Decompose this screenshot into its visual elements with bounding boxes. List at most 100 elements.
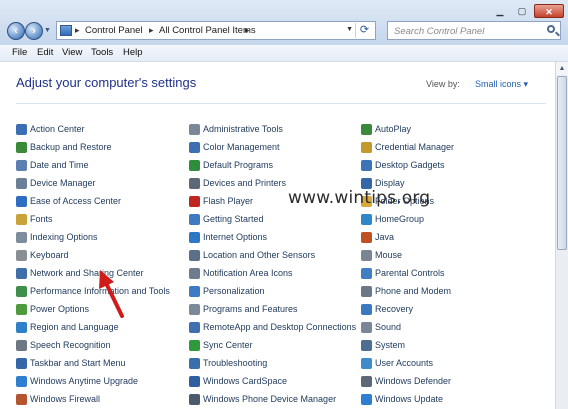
breadcrumb-all-items[interactable]: All Control Panel Items (159, 25, 256, 36)
control-panel-item-label: Recovery (375, 304, 414, 314)
color-management-icon (189, 142, 200, 153)
view-by-dropdown[interactable]: Small icons ▾ (475, 79, 528, 90)
breadcrumb-control-panel[interactable]: Control Panel (85, 25, 143, 36)
device-manager-icon (16, 178, 27, 189)
parental-icon (361, 268, 372, 279)
indexing-icon (16, 232, 27, 243)
control-panel-window: ▁ ▢ ✕ ‹ › ▼ ▸ Control Panel ▸ All Contro… (0, 0, 568, 409)
control-panel-item-label: Internet Options (203, 232, 268, 242)
control-panel-item-label: Desktop Gadgets (375, 160, 445, 170)
control-panel-item-label: Color Management (203, 142, 280, 152)
breadcrumb-separator-icon[interactable]: ▸ (149, 25, 154, 36)
defender-icon (361, 376, 372, 387)
control-panel-item-label: Windows CardSpace (203, 376, 288, 386)
search-icon[interactable] (547, 25, 555, 33)
control-panel-item-label: User Accounts (375, 358, 434, 368)
search-input[interactable]: Search Control Panel (387, 21, 561, 40)
windows-upgrade-icon (16, 376, 27, 387)
minimize-button[interactable]: ▁ (489, 4, 511, 18)
keyboard-icon (16, 250, 27, 261)
control-panel-item-label: AutoPlay (375, 124, 412, 134)
control-panel-item-label: Windows Phone Device Manager (203, 394, 337, 404)
modem-icon (361, 286, 372, 297)
menu-tools[interactable]: Tools (91, 47, 113, 58)
network-icon (16, 268, 27, 279)
control-panel-item-label: Getting Started (203, 214, 264, 224)
control-panel-item-label: Parental Controls (375, 268, 445, 278)
control-panel-item-label: Taskbar and Start Menu (30, 358, 126, 368)
backup-icon (16, 142, 27, 153)
content-pane: Adjust your computer's settings View by:… (0, 62, 555, 409)
title-address-bar: ▁ ▢ ✕ ‹ › ▼ ▸ Control Panel ▸ All Contro… (0, 0, 568, 46)
control-panel-item-label: Credential Manager (375, 142, 455, 152)
control-panel-item-label: Administrative Tools (203, 124, 283, 134)
control-panel-item-label: Windows Anytime Upgrade (30, 376, 139, 386)
control-panel-item-label: Region and Language (30, 322, 119, 332)
control-panel-item-label: Network and Sharing Center (30, 268, 144, 278)
recent-pages-dropdown-icon[interactable]: ▼ (44, 27, 51, 34)
menu-file[interactable]: File (12, 47, 27, 58)
watermark: www.wintips.org (288, 188, 431, 208)
control-panel-item-label: Windows Defender (375, 376, 452, 386)
sync-icon (189, 340, 200, 351)
sound-icon (361, 322, 372, 333)
control-panel-item-label: Windows Firewall (30, 394, 101, 404)
notification-icon (189, 268, 200, 279)
control-panel-item-label: Keyboard (30, 250, 69, 260)
close-button[interactable]: ✕ (534, 4, 564, 18)
breadcrumb-separator-icon[interactable]: ▸ (245, 25, 250, 36)
windows-update-icon (361, 394, 372, 405)
control-panel-item-label: Backup and Restore (30, 142, 112, 152)
view-by-value: Small icons (475, 79, 522, 89)
scroll-thumb[interactable] (557, 76, 567, 250)
getting-started-icon (189, 214, 200, 225)
user-accounts-icon (361, 358, 372, 369)
gadgets-icon (361, 160, 372, 171)
menu-bar: File Edit View Tools Help (0, 45, 568, 62)
control-panel-item-label: Performance Information and Tools (30, 286, 170, 296)
control-panel-item-label: Notification Area Icons (203, 268, 293, 278)
control-panel-item-label: Sync Center (203, 340, 253, 350)
control-panel-item-label: Troubleshooting (203, 358, 268, 368)
scroll-up-icon[interactable]: ▲ (556, 62, 568, 75)
control-panel-item-label: RemoteApp and Desktop Connections (203, 322, 357, 332)
address-bar[interactable]: ▸ Control Panel ▸ All Control Panel Item… (56, 21, 376, 40)
maximize-button[interactable]: ▢ (511, 4, 533, 18)
microphone-icon (16, 340, 27, 351)
system-icon (361, 340, 372, 351)
flash-icon (189, 196, 200, 207)
menu-help[interactable]: Help (123, 47, 143, 58)
control-panel-item-label: Action Center (30, 124, 85, 134)
control-panel-item-label: Display (375, 178, 405, 188)
control-panel-item-label: Location and Other Sensors (203, 250, 316, 260)
vertical-scrollbar[interactable]: ▲ (555, 62, 568, 409)
forward-button[interactable]: › (25, 22, 43, 40)
address-dropdown-icon[interactable]: ▼ (346, 26, 353, 33)
power-icon (16, 304, 27, 315)
control-panel-item-label: Date and Time (30, 160, 89, 170)
breadcrumb-separator-icon[interactable]: ▸ (75, 25, 80, 36)
menu-view[interactable]: View (62, 47, 82, 58)
credential-icon (361, 142, 372, 153)
java-icon (361, 232, 372, 243)
sensors-icon (189, 250, 200, 261)
troubleshooting-icon (189, 358, 200, 369)
remoteapp-icon (189, 322, 200, 333)
printer-icon (189, 178, 200, 189)
personalization-icon (189, 286, 200, 297)
refresh-icon[interactable]: ⟳ (355, 23, 373, 38)
back-button[interactable]: ‹ (7, 22, 25, 40)
phone-icon (189, 394, 200, 405)
taskbar-icon (16, 358, 27, 369)
programs-icon (189, 304, 200, 315)
flag-icon (16, 124, 27, 135)
control-panel-item-label: Fonts (30, 214, 53, 224)
admin-tools-icon (189, 124, 200, 135)
menu-edit[interactable]: Edit (37, 47, 53, 58)
internet-icon (189, 232, 200, 243)
control-panel-item-label: Device Manager (30, 178, 96, 188)
performance-icon (16, 286, 27, 297)
control-panel-item-label: Indexing Options (30, 232, 98, 242)
ease-of-access-icon (16, 196, 27, 207)
control-panel-item-label: Java (375, 232, 395, 242)
